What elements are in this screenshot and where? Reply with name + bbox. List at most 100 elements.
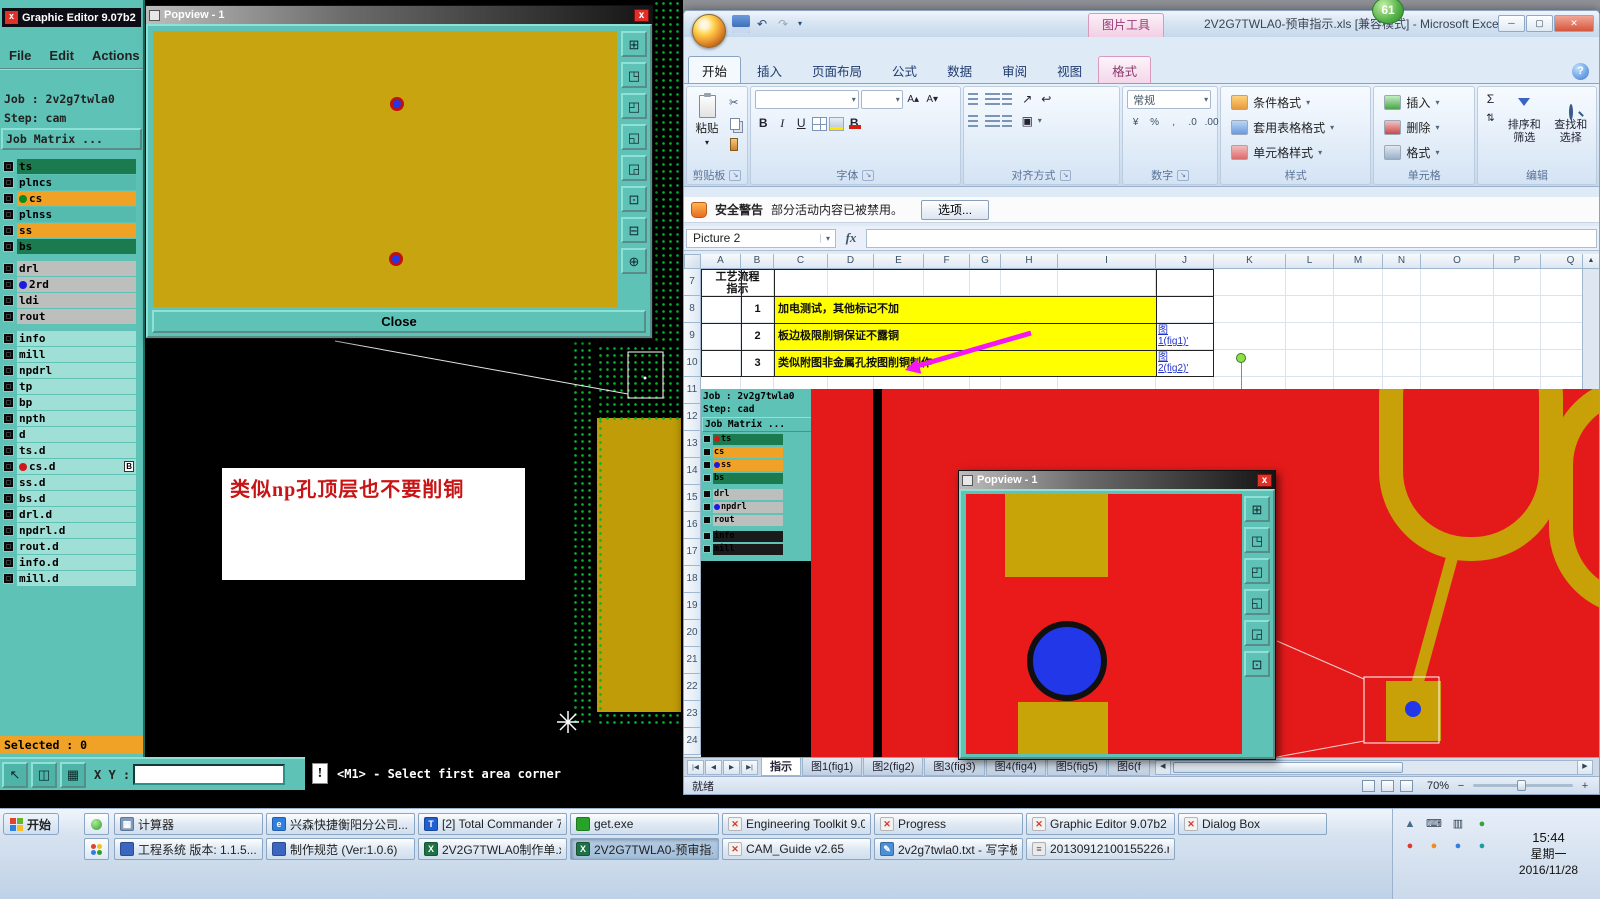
- layer-cell[interactable]: mill.d: [17, 571, 136, 586]
- layer-row[interactable]: bp: [3, 395, 143, 410]
- popview-tool-button[interactable]: ⊡: [1244, 651, 1270, 677]
- close-button[interactable]: ✕: [1554, 15, 1594, 32]
- layer-checkbox[interactable]: [3, 279, 14, 290]
- cell-instruction[interactable]: 类似附图非金属孔按图削铜制作: [774, 350, 1156, 377]
- sheet-tab[interactable]: 图4(fig4): [985, 758, 1046, 776]
- number-format-select[interactable]: 常规 ▾: [1127, 90, 1212, 109]
- taskbar-button[interactable]: ≡ 20130912100155226.rtf...: [1026, 838, 1175, 860]
- popview-viewport[interactable]: [966, 494, 1242, 754]
- layer-row[interactable]: d: [3, 427, 143, 442]
- namebox-dropdown-icon[interactable]: ▾: [820, 233, 835, 243]
- layer-cell[interactable]: bs: [713, 472, 783, 484]
- layer-row[interactable]: 2rd: [3, 277, 143, 292]
- layer-cell[interactable]: info.d: [17, 555, 136, 570]
- last-sheet-icon[interactable]: ▶|: [741, 759, 758, 775]
- layer-row[interactable]: rout: [3, 309, 143, 324]
- sheet-tab[interactable]: 图3(fig3): [924, 758, 985, 776]
- zoom-out-icon[interactable]: −: [1455, 780, 1467, 792]
- popview-tool-button[interactable]: ⊞: [621, 31, 647, 57]
- column-header[interactable]: E: [874, 254, 924, 269]
- layer-checkbox[interactable]: [3, 225, 14, 236]
- column-header[interactable]: L: [1286, 254, 1334, 269]
- scroll-left-icon[interactable]: ◀: [1155, 760, 1171, 774]
- layer-cell[interactable]: npdrl: [713, 501, 783, 513]
- popview-tool-button[interactable]: ◳: [621, 62, 647, 88]
- row-header[interactable]: 10: [684, 350, 701, 377]
- format-as-table-button[interactable]: 套用表格格式 ▾: [1225, 115, 1366, 140]
- layer-cell[interactable]: plncs: [17, 175, 136, 190]
- maximize-button[interactable]: ▢: [1526, 15, 1553, 32]
- layer-checkbox[interactable]: [3, 161, 14, 172]
- column-header[interactable]: N: [1383, 254, 1421, 269]
- undo-icon[interactable]: ↶: [753, 15, 771, 33]
- layer-checkbox[interactable]: [703, 448, 711, 456]
- layer-checkbox[interactable]: [3, 557, 14, 568]
- page-break-view-icon[interactable]: [1400, 779, 1413, 792]
- row-header[interactable]: 24: [684, 728, 701, 755]
- number-format-icon[interactable]: ¥: [1127, 114, 1144, 131]
- layer-cell[interactable]: cs: [713, 446, 783, 458]
- column-header[interactable]: M: [1334, 254, 1383, 269]
- copy-icon[interactable]: [725, 114, 743, 131]
- popview-titlebar[interactable]: Popview - 1 x: [146, 6, 652, 24]
- conditional-format-button[interactable]: 条件格式 ▾: [1225, 90, 1366, 115]
- row-header[interactable]: 12: [684, 404, 701, 431]
- menu-item[interactable]: File: [9, 48, 31, 63]
- zoom-slider-thumb[interactable]: [1517, 780, 1526, 791]
- taskbar-button[interactable]: get.exe: [570, 813, 719, 835]
- layer-cell[interactable]: drl.d: [17, 507, 136, 522]
- column-header[interactable]: J: [1156, 254, 1214, 269]
- align-top-icon[interactable]: [967, 92, 983, 105]
- layer-row[interactable]: rout.d: [3, 539, 143, 554]
- orientation-icon[interactable]: ↗: [1019, 90, 1036, 107]
- page-layout-view-icon[interactable]: [1381, 779, 1394, 792]
- layer-cell[interactable]: mill: [17, 347, 136, 362]
- sheet-tab[interactable]: 图1(fig1): [802, 758, 863, 776]
- taskbar-button[interactable]: ✕ Dialog Box: [1178, 813, 1327, 835]
- ribbon-tab[interactable]: 格式: [1098, 56, 1152, 83]
- dialog-launcher-icon[interactable]: ↘: [1177, 169, 1190, 181]
- start-button[interactable]: 开始: [3, 813, 59, 835]
- alert-icon[interactable]: !: [312, 763, 328, 784]
- layer-row[interactable]: cs.d B: [3, 459, 143, 474]
- layer-checkbox[interactable]: [703, 545, 711, 553]
- layer-checkbox[interactable]: [3, 397, 14, 408]
- layer-checkbox[interactable]: [3, 429, 14, 440]
- layer-cell[interactable]: ts: [17, 159, 136, 174]
- number-format-icon[interactable]: %: [1146, 114, 1163, 131]
- layer-checkbox[interactable]: [703, 435, 711, 443]
- layer-row[interactable]: npdrl: [3, 363, 143, 378]
- cell-item-number[interactable]: 1: [741, 296, 774, 323]
- canvas-tool-button[interactable]: ◫: [31, 761, 57, 788]
- row-header[interactable]: 13: [684, 431, 701, 458]
- redo-icon[interactable]: ↷: [774, 15, 792, 33]
- graphic-editor-titlebar[interactable]: x Graphic Editor 9.07b2: [2, 8, 141, 27]
- name-box[interactable]: Picture 2 ▾: [686, 228, 836, 248]
- popview-viewport[interactable]: [153, 31, 617, 307]
- quick-launch-icon[interactable]: [84, 813, 109, 835]
- layer-checkbox[interactable]: [3, 445, 14, 456]
- layer-checkbox[interactable]: [3, 381, 14, 392]
- tray-icon[interactable]: ▥: [1447, 815, 1469, 835]
- layer-cell[interactable]: ts.d: [17, 443, 136, 458]
- layer-row[interactable]: ts: [3, 159, 143, 174]
- align-middle-icon[interactable]: [984, 92, 1000, 105]
- prev-sheet-icon[interactable]: ◀: [705, 759, 722, 775]
- ribbon-tab[interactable]: 插入: [743, 56, 796, 83]
- zoom-slider[interactable]: [1473, 780, 1573, 791]
- cell-instruction[interactable]: 板边极限削铜保证不露铜: [774, 323, 1156, 350]
- popview-tool-button[interactable]: ⊡: [621, 186, 647, 212]
- row-header[interactable]: 15: [684, 485, 701, 512]
- format-painter-icon[interactable]: [725, 134, 743, 151]
- excel-titlebar[interactable]: ↶ ↷ ▾ 图片工具 2V2G7TWLA0-预审指示.xls [兼容模式] - …: [684, 11, 1599, 48]
- bold-button[interactable]: B: [755, 114, 772, 131]
- tray-icon[interactable]: ●: [1399, 837, 1421, 857]
- layer-cell[interactable]: ss: [713, 459, 783, 471]
- row-header[interactable]: 19: [684, 593, 701, 620]
- column-header[interactable]: F: [924, 254, 970, 269]
- row-header[interactable]: 20: [684, 620, 701, 647]
- layer-checkbox[interactable]: [3, 333, 14, 344]
- formula-input[interactable]: [866, 228, 1597, 248]
- cut-icon[interactable]: ✂: [725, 94, 743, 111]
- cell-item-number[interactable]: 2: [741, 323, 774, 350]
